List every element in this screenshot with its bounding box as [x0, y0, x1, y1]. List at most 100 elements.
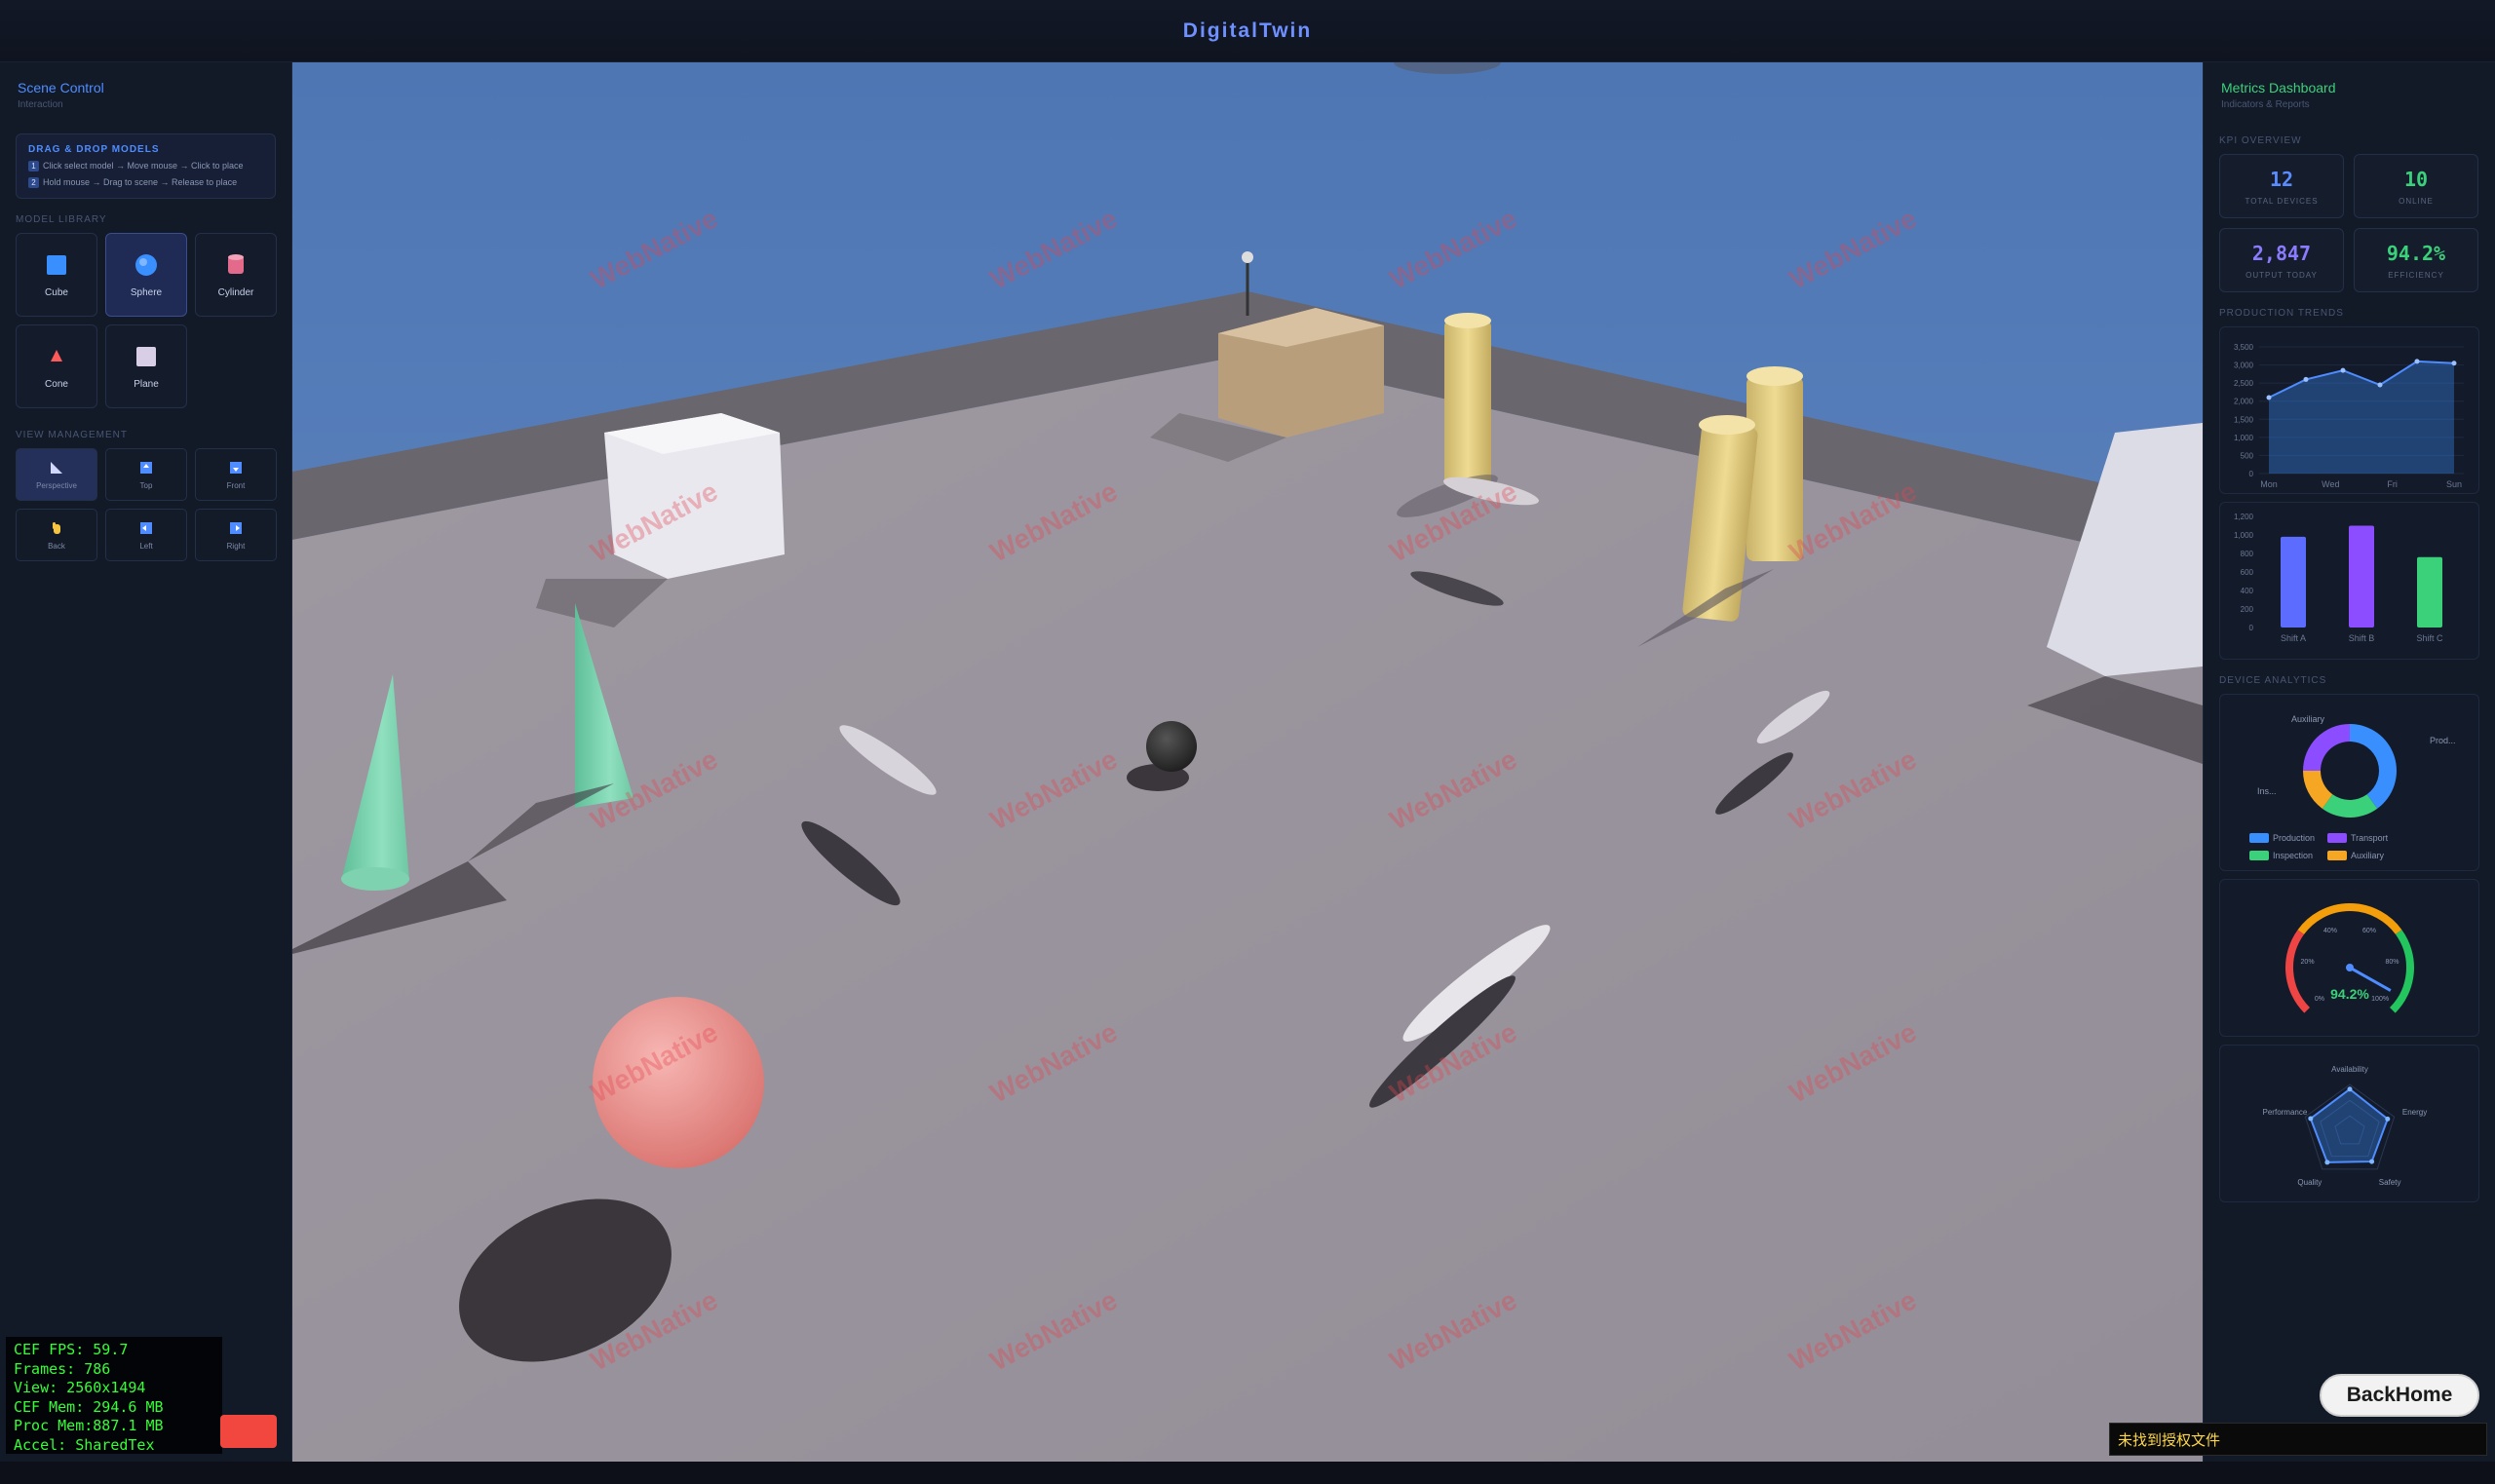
data-point: [2451, 361, 2457, 366]
accel-readout: Accel: SharedTex: [14, 1435, 155, 1454]
radar-axis-label: Safety: [2379, 1178, 2401, 1187]
x-tick-label: Mon: [2260, 479, 2278, 489]
efficiency-gauge: 0% 20% 40% 60% 80% 100%94.2%: [2285, 903, 2414, 1013]
radar-axis-label: Energy: [2402, 1108, 2427, 1117]
model-cylinder-button[interactable]: Cylinder: [195, 233, 277, 317]
record-button[interactable]: [220, 1415, 277, 1448]
kpi-card: 2,847 OUTPUT TODAY: [2219, 228, 2344, 292]
drag-drop-step-2: 2 Hold mouse → Drag to scene → Release to…: [28, 177, 263, 188]
performance-radar: Availability Energy Safety Quality Performan…: [2263, 1065, 2428, 1187]
kpi-card: 12 TOTAL DEVICES: [2219, 154, 2344, 218]
x-tick-label: Shift C: [2416, 633, 2443, 643]
device-analytics-label: DEVICE ANALYTICS: [2219, 675, 2327, 686]
view-management: Perspective Top Front Back Left Right: [0, 448, 291, 561]
kpi-value: 94.2%: [2386, 241, 2446, 265]
slice-label: Ins...: [2257, 786, 2277, 796]
slice-label: Auxiliary: [2291, 714, 2325, 724]
kpi-card: 10 ONLINE: [2354, 154, 2478, 218]
panel-subtitle: Interaction: [18, 99, 63, 110]
panel-title: Metrics Dashboard: [2221, 80, 2336, 95]
hand-icon: [53, 521, 60, 534]
model-sphere-button[interactable]: Sphere: [105, 233, 187, 317]
view-management-label: VIEW MANAGEMENT: [16, 430, 129, 440]
radar-series: [2309, 1087, 2389, 1163]
y-tick-label: 600: [2241, 568, 2254, 577]
kpi-label: OUTPUT TODAY: [2246, 270, 2318, 280]
legend-swatch: [2249, 833, 2269, 843]
radar-axis-label: Quality: [2297, 1178, 2322, 1187]
kpi-label: EFFICIENCY: [2388, 270, 2444, 280]
data-point: [2340, 367, 2346, 373]
data-point: [2266, 395, 2272, 400]
app-title: DigitalTwin: [1182, 19, 1313, 42]
model-cone-button[interactable]: Cone: [16, 324, 97, 408]
scene-viewport[interactable]: [292, 62, 2203, 1462]
gauge-tick-label: 20%: [2301, 959, 2315, 966]
scene-control-header: Scene Control Interaction: [0, 62, 291, 120]
metrics-header: Metrics Dashboard Indicators & Reports: [2204, 62, 2495, 120]
device-distribution-card: Prod... Ins... Auxiliary Production Transpor…: [2219, 694, 2479, 871]
drag-drop-step-1: 1 Click select model → Move mouse → Click…: [28, 161, 263, 171]
radar-axis-label: Performance: [2263, 1108, 2308, 1117]
kpi-value: 10: [2403, 167, 2429, 191]
fps-overlay: CEF FPS: 59.7 Frames: 786 View: 2560x149…: [6, 1337, 222, 1454]
left-view-icon: [140, 521, 152, 534]
x-tick-label: Shift B: [2349, 633, 2375, 643]
y-tick-label: 1,000: [2234, 434, 2254, 442]
y-tick-label: 1,000: [2234, 531, 2254, 540]
scene-render[interactable]: [292, 62, 2203, 1462]
front-view-icon: [230, 461, 242, 474]
shift-output-chart: 1,200 1,000 800 600 400 200 0 Shift A Shift B Shi…: [2234, 513, 2443, 643]
gauge-arc: [2285, 930, 2311, 1013]
model-cube-button[interactable]: Cube: [16, 233, 97, 317]
efficiency-gauge-card: 0% 20% 40% 60% 80% 100% 94.2%: [2219, 879, 2479, 1037]
view-front-button[interactable]: Front: [195, 448, 277, 501]
kpi-value: 2,847: [2251, 241, 2312, 265]
gauge-tick-label: 40%: [2323, 928, 2337, 934]
proc-mem-readout: Proc Mem:887.1 MB: [14, 1417, 164, 1434]
bottom-bar: [0, 1462, 2495, 1484]
gauge-tick-label: 100%: [2371, 996, 2389, 1003]
view-right-button[interactable]: Right: [195, 509, 277, 561]
pie-slice: [2303, 724, 2350, 771]
perspective-icon: [51, 461, 62, 474]
kpi-grid: 12 TOTAL DEVICES 10 ONLINE 2,847 OUTPUT TOD…: [2204, 154, 2495, 292]
device-distribution-chart: Prod... Ins... Auxiliary Production Transpor…: [2249, 714, 2456, 860]
pie-slice: [2322, 794, 2378, 818]
model-plane-button[interactable]: Plane: [105, 324, 187, 408]
view-back-button[interactable]: Back: [16, 509, 97, 561]
kpi-overview-label: KPI OVERVIEW: [2219, 135, 2302, 146]
plane-icon: [136, 346, 156, 366]
legend-label: Transport: [2351, 833, 2389, 843]
slice-label: Prod...: [2430, 736, 2456, 745]
bar: [2281, 536, 2306, 628]
radar-point: [2369, 1159, 2375, 1164]
view-top-button[interactable]: Top: [105, 448, 187, 501]
panel-subtitle: Indicators & Reports: [2221, 99, 2310, 110]
panel-title: Scene Control: [18, 80, 104, 95]
top-view-icon: [140, 461, 152, 474]
y-tick-label: 2,000: [2234, 398, 2254, 406]
pie-slice: [2350, 724, 2397, 809]
metrics-dashboard-panel: Metrics Dashboard Indicators & Reports K…: [2203, 62, 2495, 1462]
y-tick-label: 3,500: [2234, 343, 2254, 352]
y-tick-label: 3,000: [2234, 361, 2254, 370]
view-perspective-button[interactable]: Perspective: [16, 448, 97, 501]
y-tick-label: 0: [2249, 470, 2254, 478]
title-bar: DigitalTwin: [0, 0, 2495, 62]
cylinder-icon: [228, 253, 244, 274]
radar-axis-label: Availability: [2331, 1065, 2368, 1074]
radar-point: [2308, 1116, 2314, 1122]
kpi-card: 94.2% EFFICIENCY: [2354, 228, 2478, 292]
drag-drop-title: DRAG & DROP MODELS: [28, 144, 160, 155]
legend-swatch: [2249, 851, 2269, 860]
data-point: [2303, 376, 2309, 382]
frames-readout: Frames: 786: [14, 1359, 111, 1378]
gauge-value-label: 94.2%: [2330, 986, 2369, 1002]
radar-point: [2385, 1116, 2391, 1122]
gauge-tick-label: 0%: [2315, 996, 2324, 1003]
y-tick-label: 400: [2241, 587, 2254, 595]
view-left-button[interactable]: Left: [105, 509, 187, 561]
model-library: Cube Sphere Cylinder Cone Plane: [0, 233, 291, 408]
back-home-button[interactable]: BackHome: [2320, 1374, 2479, 1417]
